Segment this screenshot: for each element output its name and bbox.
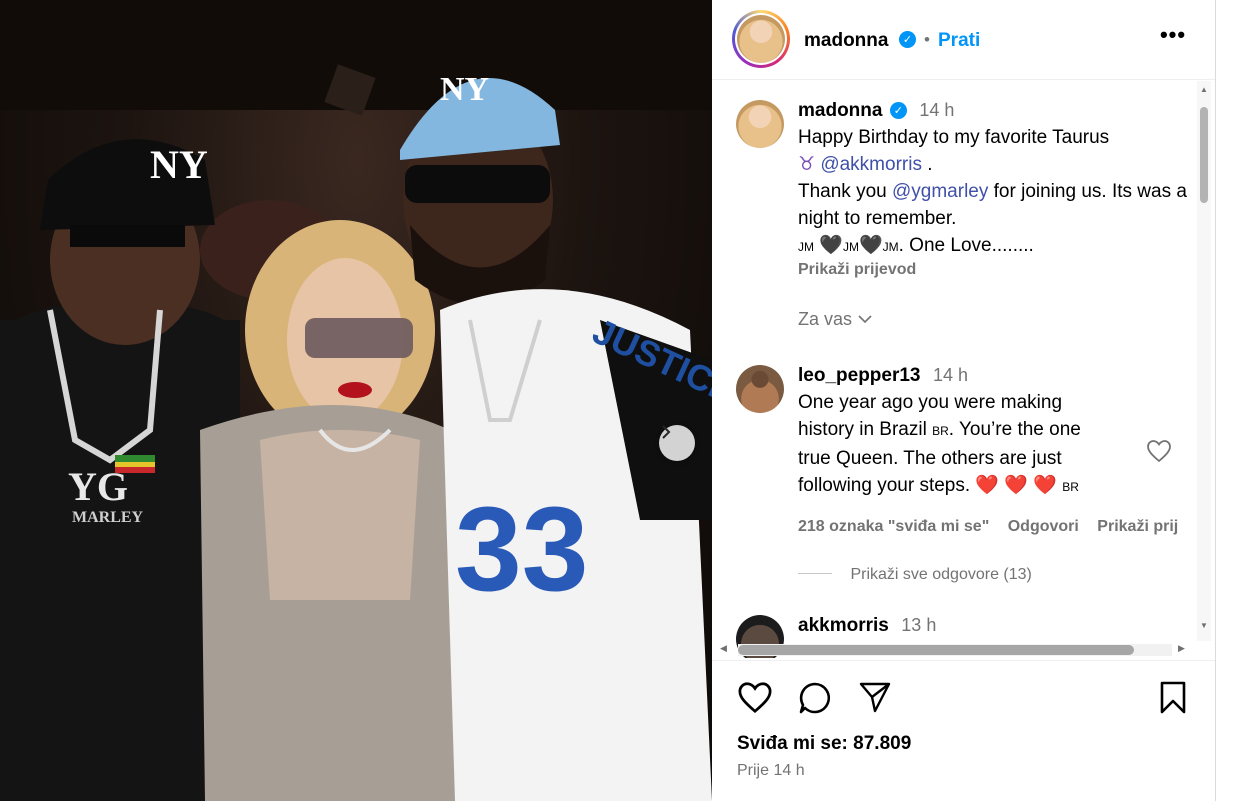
post-actions-footer: Sviđa mi se: 87.809 Prije 14 h (712, 660, 1216, 801)
save-bookmark-icon[interactable] (1158, 681, 1188, 720)
author-avatar[interactable] (732, 10, 790, 68)
scroll-down-icon[interactable]: ▼ (1200, 621, 1208, 630)
follow-button[interactable]: Prati (938, 30, 980, 52)
comment-bubble-icon[interactable] (798, 681, 832, 720)
commenter-avatar[interactable] (736, 365, 784, 413)
author-username[interactable]: madonna (804, 30, 888, 52)
caption-username[interactable]: madonna (798, 100, 882, 121)
comment-time[interactable]: 13 h (901, 615, 936, 635)
caption-line: Happy Birthday to my favorite Taurus (798, 127, 1110, 148)
caption-line: . (921, 154, 933, 175)
panel-border (1215, 0, 1216, 801)
caption-translate-link[interactable]: Prikaži prijevod (798, 261, 1198, 279)
mention-akkmorris[interactable]: @akkmorris (820, 154, 922, 175)
chevron-down-icon (857, 309, 873, 329)
caption-time[interactable]: 14 h (919, 100, 954, 120)
like-heart-icon[interactable] (737, 681, 773, 719)
jm-text: JM (882, 240, 899, 254)
jm-text: JM (798, 240, 814, 254)
view-replies-button[interactable]: Prikaži sve odgovore (13) (798, 566, 1198, 584)
carousel-next-button[interactable] (659, 425, 695, 461)
view-replies-label: Prikaži sve odgovore (13) (850, 566, 1032, 583)
share-send-icon[interactable] (858, 681, 892, 718)
caption-text: Happy Birthday to my favorite Taurus ♉ @… (798, 124, 1198, 261)
jm-text: JM (842, 240, 859, 254)
post-header: madonna ✓ • Prati ••• (712, 0, 1216, 80)
brazil-flag-icon: BR (932, 424, 949, 438)
verified-badge-icon: ✓ (899, 31, 916, 48)
comment-item: leo_pepper13 14 h One year ago you were … (736, 365, 1196, 585)
verified-badge-icon: ✓ (889, 102, 907, 119)
comment-like-heart-icon[interactable] (1146, 439, 1172, 468)
caption-line: Thank you (798, 181, 892, 202)
more-options-icon[interactable]: ••• (1158, 22, 1188, 52)
scroll-left-icon[interactable]: ◀ (720, 643, 727, 654)
mention-ygmarley[interactable]: @ygmarley (892, 181, 988, 202)
vertical-scrollbar-thumb[interactable] (1200, 107, 1208, 203)
for-you-toggle[interactable]: Za vas (798, 309, 1198, 330)
caption-avatar[interactable] (736, 100, 784, 148)
svg-text:33: 33 (455, 482, 588, 616)
post-side-panel: madonna ✓ • Prati ••• madonna ✓ 14 h Hap… (712, 0, 1216, 801)
comment-text: One year ago you were making history in … (798, 389, 1118, 501)
scroll-up-icon[interactable]: ▲ (1200, 85, 1208, 94)
comment-actions: 218 oznaka "sviđa mi se" Odgovori Prikaž… (798, 518, 1198, 536)
horizontal-scrollbar-thumb[interactable] (738, 645, 1134, 655)
black-heart-icon: 🖤 (819, 235, 843, 256)
taurus-icon: ♉ (798, 154, 816, 175)
scroll-right-icon[interactable]: ▶ (1178, 643, 1185, 654)
svg-text:MARLEY: MARLEY (72, 509, 144, 526)
separator-dot: • (924, 30, 930, 49)
post-likes-count[interactable]: Sviđa mi se: 87.809 (737, 733, 911, 755)
vertical-scrollbar[interactable]: ▲ ▼ (1197, 81, 1211, 641)
post-timestamp[interactable]: Prije 14 h (737, 762, 805, 780)
black-heart-icon: 🖤 (858, 235, 883, 256)
photo-illustration: NY YG MARLEY NY JUSTICE 33 (0, 0, 712, 801)
for-you-label: Za vas (798, 309, 853, 329)
svg-text:NY: NY (440, 71, 489, 108)
svg-text:NY: NY (150, 142, 208, 187)
comment-translate-link[interactable]: Prikaži prij (1097, 518, 1178, 535)
post-caption: madonna ✓ 14 h Happy Birthday to my favo… (736, 100, 1198, 329)
comment-likes-count[interactable]: 218 oznaka "sviđa mi se" (798, 518, 989, 535)
horizontal-scrollbar[interactable] (738, 644, 1172, 656)
commenter-username[interactable]: leo_pepper13 (798, 365, 921, 386)
commenter-username[interactable]: akkmorris (798, 615, 889, 636)
comment-time[interactable]: 14 h (933, 365, 968, 385)
avatar-image (737, 15, 785, 63)
post-photo: NY YG MARLEY NY JUSTICE 33 (0, 0, 712, 801)
replies-divider (798, 573, 832, 574)
reply-button[interactable]: Odgovori (1008, 518, 1079, 535)
caption-line: . One Love........ (898, 235, 1034, 256)
red-hearts-icon: ❤️ ❤️ ❤️ (975, 475, 1057, 496)
brazil-flag-icon: BR (1062, 480, 1079, 494)
comments-scroll-area[interactable]: madonna ✓ 14 h Happy Birthday to my favo… (712, 81, 1216, 658)
